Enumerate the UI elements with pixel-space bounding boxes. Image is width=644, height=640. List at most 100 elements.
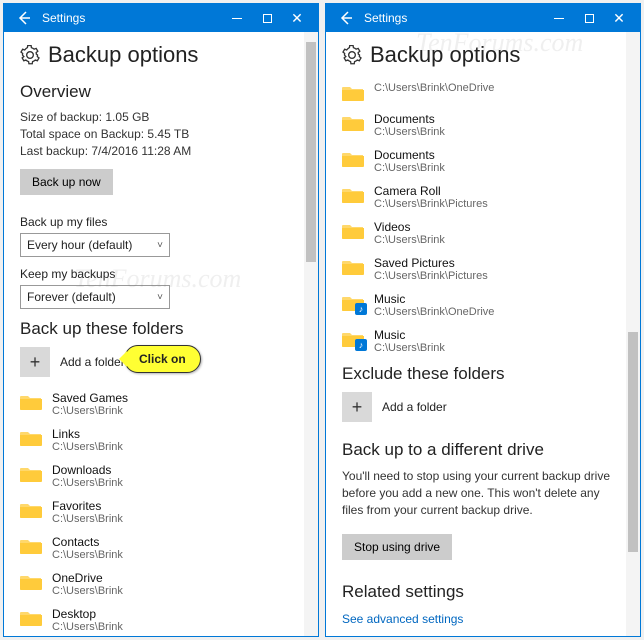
folder-row[interactable]: ♪MusicC:\Users\Brink [342, 328, 610, 354]
stop-using-drive-button[interactable]: Stop using drive [342, 534, 452, 560]
folder-name: Music [374, 328, 445, 342]
folder-path: C:\Users\Brink [374, 162, 445, 174]
folder-icon [20, 609, 42, 627]
folder-name: Camera Roll [374, 184, 488, 198]
folder-row[interactable]: DownloadsC:\Users\Brink [20, 463, 288, 489]
gear-icon [342, 45, 362, 65]
close-icon: ✕ [613, 11, 625, 25]
related-settings-heading: Related settings [342, 582, 610, 602]
folder-row[interactable]: DocumentsC:\Users\Brink [342, 148, 610, 174]
folder-name: Videos [374, 220, 445, 234]
folder-icon [342, 186, 364, 204]
folder-icon [342, 84, 364, 102]
folder-row[interactable]: VideosC:\Users\Brink [342, 220, 610, 246]
folder-path: C:\Users\Brink [374, 126, 445, 138]
folder-icon [342, 150, 364, 168]
folder-row[interactable]: C:\Users\Brink\OneDrive [342, 82, 610, 102]
folder-path: C:\Users\Brink [52, 585, 123, 597]
folder-icon: ♪ [342, 294, 364, 312]
folder-name: Documents [374, 112, 445, 126]
close-button[interactable]: ✕ [282, 7, 312, 29]
folder-icon [20, 393, 42, 411]
folder-row[interactable]: LinksC:\Users\Brink [20, 427, 288, 453]
minimize-button[interactable] [544, 7, 574, 29]
chevron-down-icon: ˅ [157, 240, 163, 251]
content-pane-left: TenForums.com Backup options Overview Si… [4, 32, 304, 636]
titlebar: Settings ✕ [326, 4, 640, 32]
folder-row[interactable]: OneDriveC:\Users\Brink [20, 571, 288, 597]
overview-heading: Overview [20, 82, 288, 102]
folder-path: C:\Users\Brink [52, 441, 123, 453]
folder-icon [20, 573, 42, 591]
close-icon: ✕ [291, 11, 303, 25]
size-of-backup: Size of backup: 1.05 GB [20, 110, 288, 124]
close-button[interactable]: ✕ [604, 7, 634, 29]
backup-folders-heading: Back up these folders [20, 319, 288, 339]
add-exclude-folder-button[interactable]: + Add a folder [342, 392, 610, 422]
maximize-icon [585, 14, 594, 23]
plus-icon: + [342, 392, 372, 422]
folder-name: Contacts [52, 535, 123, 549]
minimize-button[interactable] [222, 7, 252, 29]
folder-row[interactable]: DesktopC:\Users\Brink [20, 607, 288, 633]
minimize-icon [232, 18, 242, 19]
folder-name: Downloads [52, 463, 123, 477]
folder-path: C:\Users\Brink\OneDrive [374, 82, 494, 94]
folder-path: C:\Users\Brink\OneDrive [374, 306, 494, 318]
folder-name: OneDrive [52, 571, 123, 585]
folder-path: C:\Users\Brink\Pictures [374, 198, 488, 210]
folder-name: Saved Pictures [374, 256, 488, 270]
add-folder-button[interactable]: + Add a folder Click on [20, 347, 288, 377]
backup-now-button[interactable]: Back up now [20, 169, 113, 195]
scroll-thumb[interactable] [306, 42, 316, 262]
folder-path: C:\Users\Brink [374, 234, 445, 246]
folder-path: C:\Users\Brink\Pictures [374, 270, 488, 282]
folder-path: C:\Users\Brink [374, 342, 445, 354]
window-title: Settings [364, 11, 544, 25]
page-title: Backup options [342, 42, 610, 68]
back-button[interactable] [334, 6, 358, 30]
folder-path: C:\Users\Brink [52, 513, 123, 525]
folder-row[interactable]: Saved GamesC:\Users\Brink [20, 391, 288, 417]
folder-path: C:\Users\Brink [52, 477, 123, 489]
chevron-down-icon: ˅ [157, 292, 163, 303]
folder-row[interactable]: FavoritesC:\Users\Brink [20, 499, 288, 525]
folder-path: C:\Users\Brink [52, 549, 123, 561]
arrow-left-icon [338, 10, 354, 26]
folder-row[interactable]: DocumentsC:\Users\Brink [342, 112, 610, 138]
see-advanced-settings-link[interactable]: See advanced settings [342, 612, 610, 626]
folder-icon [20, 501, 42, 519]
backup-files-label: Back up my files [20, 215, 288, 229]
maximize-button[interactable] [574, 7, 604, 29]
back-button[interactable] [12, 6, 36, 30]
titlebar: Settings ✕ [4, 4, 318, 32]
settings-window-left: Settings ✕ TenForums.com Backup options … [3, 3, 319, 637]
folder-row[interactable]: ContactsC:\Users\Brink [20, 535, 288, 561]
folder-name: Favorites [52, 499, 123, 513]
folder-row[interactable]: ♪MusicC:\Users\Brink\OneDrive [342, 292, 610, 318]
exclude-folders-heading: Exclude these folders [342, 364, 610, 384]
callout-annotation: Click on [124, 345, 201, 373]
scroll-thumb[interactable] [628, 332, 638, 552]
different-drive-heading: Back up to a different drive [342, 440, 610, 460]
folder-icon [20, 465, 42, 483]
maximize-button[interactable] [252, 7, 282, 29]
maximize-icon [263, 14, 272, 23]
folder-icon [342, 222, 364, 240]
folder-path: C:\Users\Brink [52, 405, 128, 417]
folder-name: Saved Games [52, 391, 128, 405]
keep-backups-select[interactable]: Forever (default) ˅ [20, 285, 170, 309]
folder-icon [20, 429, 42, 447]
keep-backups-label: Keep my backups [20, 267, 288, 281]
folder-row[interactable]: Camera RollC:\Users\Brink\Pictures [342, 184, 610, 210]
folder-icon [342, 258, 364, 276]
backup-frequency-select[interactable]: Every hour (default) ˅ [20, 233, 170, 257]
content-pane-right: TenForums.com Backup options C:\Users\Br… [326, 32, 626, 636]
scrollbar[interactable] [626, 32, 640, 636]
window-title: Settings [42, 11, 222, 25]
folder-row[interactable]: Saved PicturesC:\Users\Brink\Pictures [342, 256, 610, 282]
folder-name: Documents [374, 148, 445, 162]
folder-path: C:\Users\Brink [52, 621, 123, 633]
scrollbar[interactable] [304, 32, 318, 636]
total-space: Total space on Backup: 5.45 TB [20, 127, 288, 141]
